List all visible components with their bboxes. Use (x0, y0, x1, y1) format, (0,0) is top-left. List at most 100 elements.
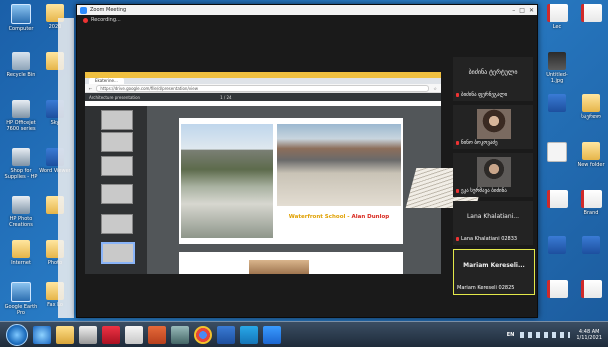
desktop-icon-label: Internet (11, 260, 31, 266)
network-icon[interactable] (171, 325, 189, 344)
powerpoint-icon[interactable] (148, 325, 166, 344)
taskbar: EN 4:48 AM 1/11/2021 (0, 321, 608, 347)
page-thumbnail (101, 132, 133, 152)
page-thumbnail (101, 110, 133, 130)
desktop-icon-hp-photo[interactable]: HP Photo Creations (4, 196, 38, 228)
pdf-icon (546, 190, 568, 208)
back-icon: ← (89, 85, 93, 91)
pdf-viewer-body: Waterfront School - Alan Dunlop (85, 106, 487, 274)
recording-indicator[interactable]: Recording... (77, 15, 537, 25)
zoom-icon[interactable] (263, 325, 281, 344)
clock[interactable]: 4:48 AM 1/11/2021 (576, 329, 602, 341)
desktop-icon-label: Computer (8, 26, 34, 32)
folder-icon (582, 142, 600, 160)
participant-tile-video[interactable]: ნინო ბოკოვაძე (453, 105, 533, 149)
desktop-icon-pdf[interactable] (574, 4, 608, 24)
desktop-icon-recycle-bin[interactable]: Recycle Bin (4, 52, 38, 78)
page-thumbnail (101, 156, 133, 176)
word-icon (548, 94, 566, 112)
participant-video (477, 109, 511, 139)
browser-tab: Ekaterine... (89, 78, 124, 84)
document-icon (547, 142, 567, 162)
participant-display-name: ბიძინა ტერტული (468, 69, 518, 76)
muted-mic-icon (456, 236, 459, 241)
folder-icon (582, 94, 600, 112)
desktop-icon-doc[interactable] (540, 142, 574, 164)
participant-tile[interactable]: Lana Khalatiani... Lana Khalatiani 02833 (453, 201, 533, 245)
desktop-icon-pdf-4[interactable] (574, 280, 608, 300)
skype-icon[interactable] (240, 325, 258, 344)
participant-name: Lana Khalatiani 02833 (456, 236, 517, 242)
desktop-icon-label: HP Officejet 7600 series (6, 120, 36, 132)
slide-caption-author: Alan Dunlop (351, 214, 390, 220)
pdf-icon (580, 4, 602, 22)
desktop-icon-pdf-2[interactable] (540, 190, 574, 210)
acrobat-icon[interactable] (102, 325, 120, 344)
muted-mic-icon (456, 188, 459, 193)
participant-name: Mariam Kereseli 02825 (457, 285, 515, 291)
zoom-meeting-window[interactable]: Zoom Meeting – □ ✕ Recording... Ekaterin… (76, 4, 538, 318)
paint-icon[interactable] (125, 325, 143, 344)
desktop-icon-label: New folder (577, 162, 605, 168)
printer-icon (12, 196, 30, 214)
desktop-icon-word-2[interactable] (540, 236, 574, 256)
page-thumbnail (101, 214, 133, 234)
desktop-icon-word-1[interactable] (540, 94, 574, 114)
desktop-icon-internet[interactable]: Internet (4, 240, 38, 266)
desktop-icon-pdf-3[interactable] (540, 280, 574, 300)
page-indicator: 1 / 24 (220, 94, 232, 100)
minimize-icon[interactable]: – (512, 7, 515, 14)
file-explorer-icon[interactable] (56, 325, 74, 344)
next-slide-image (249, 260, 309, 274)
participant-display-name: Lana Khalatiani... (466, 213, 520, 220)
desktop-icon-untitled[interactable]: Untitled-1.jpg (540, 52, 574, 84)
start-button[interactable] (6, 323, 28, 346)
background-window-edge (66, 18, 74, 318)
participant-name: ნინო ბოკოვაძე (456, 140, 498, 146)
slide-caption-title: Waterfront School - (288, 214, 352, 220)
tray-icons[interactable] (520, 331, 571, 338)
desktop-icon-computer[interactable]: Computer (4, 4, 38, 32)
window-title: Zoom Meeting (90, 7, 127, 13)
system-tray: EN 4:48 AM 1/11/2021 (507, 329, 608, 341)
background-window-edge (58, 18, 66, 318)
close-icon[interactable]: ✕ (529, 7, 534, 14)
chrome-icon[interactable] (194, 325, 212, 344)
pdf-icon (580, 280, 602, 298)
media-player-icon[interactable] (79, 325, 97, 344)
desktop-icon-label: საერთო (581, 114, 601, 120)
participant-tile-video[interactable]: ეკა სურმავა ბიძინა (453, 153, 533, 197)
language-indicator[interactable]: EN (507, 332, 515, 338)
participant-tile[interactable]: ბიძინა ტერტული ბიძინა ფერნეგალი (453, 57, 533, 101)
maximize-icon[interactable]: □ (519, 7, 525, 14)
thumbnail-sidebar (85, 106, 147, 274)
pdf-icon (580, 190, 602, 208)
participants-panel: ბიძინა ტერტული ბიძინა ფერნეგალი ნინო ბოკ… (449, 55, 535, 313)
internet-explorer-icon[interactable] (33, 325, 51, 344)
desktop-icon-new-folder[interactable]: New folder (574, 142, 608, 168)
shared-screen-browser: Ekaterine... ← https://drive.google.com/… (85, 72, 487, 274)
printer-icon (12, 148, 30, 166)
desktop-icon-shop-supplies[interactable]: Shop for Supplies - HP (4, 148, 38, 180)
globe-icon (11, 282, 31, 302)
desktop-icon-label: HP Photo Creations (9, 216, 33, 228)
desktop-icon-brand[interactable]: Brand (574, 190, 608, 216)
muted-mic-icon (456, 92, 459, 97)
word-icon (548, 236, 566, 254)
desktop-icon-google-earth[interactable]: Google Earth Pro (4, 282, 38, 316)
desktop-icon-label: Lec (552, 24, 562, 30)
zoom-titlebar[interactable]: Zoom Meeting – □ ✕ (77, 5, 537, 15)
word-icon[interactable] (217, 325, 235, 344)
desktop-icon-hp-officejet[interactable]: HP Officejet 7600 series (4, 100, 38, 132)
desktop-icon-label: Recycle Bin (6, 72, 36, 78)
participant-display-name: Mariam Kereseli... (463, 262, 525, 269)
desktop-icon-word-3[interactable] (574, 236, 608, 256)
pdf-icon (546, 4, 568, 22)
desktop-icon-lec[interactable]: Lec (540, 4, 574, 30)
zoom-logo-icon (80, 6, 87, 14)
participant-tile-active-speaker[interactable]: Mariam Kereseli... Mariam Kereseli 02825 (453, 249, 535, 295)
desktop-icon-shared[interactable]: საერთო (574, 94, 608, 120)
muted-mic-icon (456, 140, 459, 145)
clock-date: 1/11/2021 (576, 334, 602, 341)
folder-icon (12, 240, 30, 258)
